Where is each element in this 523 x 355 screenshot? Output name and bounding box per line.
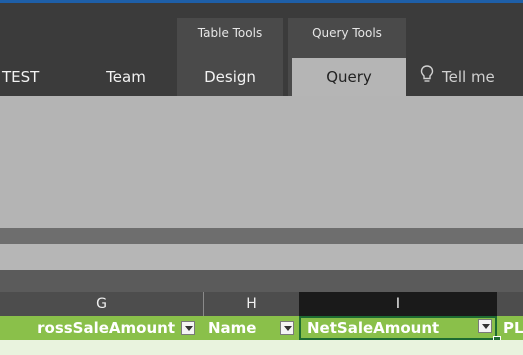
column-header-row: G H I — [0, 292, 523, 316]
ribbon-body — [0, 96, 523, 228]
lightbulb-icon — [420, 59, 436, 97]
formula-bar-area — [0, 244, 523, 270]
field-header-pl[interactable]: PL — [500, 316, 523, 340]
filter-dropdown-icon[interactable] — [280, 321, 294, 335]
tab-design[interactable]: Design — [183, 58, 277, 96]
tab-team[interactable]: Team — [91, 58, 161, 96]
column-header-h[interactable]: H — [204, 292, 299, 316]
ribbon-tab-bar: Table Tools Query Tools TEST Team Design… — [0, 3, 523, 99]
field-header-gross-sale-amount[interactable]: rossSaleAmount — [0, 316, 203, 340]
table-header-row: rossSaleAmount Name NetSaleAmount PL — [0, 316, 523, 340]
ribbon-separator — [0, 228, 523, 244]
tab-query[interactable]: Query — [292, 58, 406, 96]
column-header-g[interactable]: G — [0, 292, 204, 316]
table-tools-label: Table Tools — [197, 26, 263, 40]
sheet-top-separator — [0, 270, 523, 292]
column-header-i[interactable]: I — [299, 292, 497, 316]
field-header-label: rossSaleAmount — [37, 319, 175, 337]
tab-test[interactable]: TEST — [0, 58, 64, 96]
filter-dropdown-icon[interactable] — [478, 319, 492, 333]
query-tools-label: Query Tools — [312, 26, 382, 40]
field-header-net-sale-amount[interactable]: NetSaleAmount — [299, 316, 497, 340]
filter-dropdown-icon[interactable] — [181, 321, 195, 335]
tell-me-search[interactable]: Tell me — [420, 58, 495, 96]
table-data-row[interactable] — [0, 340, 523, 355]
tell-me-label: Tell me — [442, 68, 495, 86]
